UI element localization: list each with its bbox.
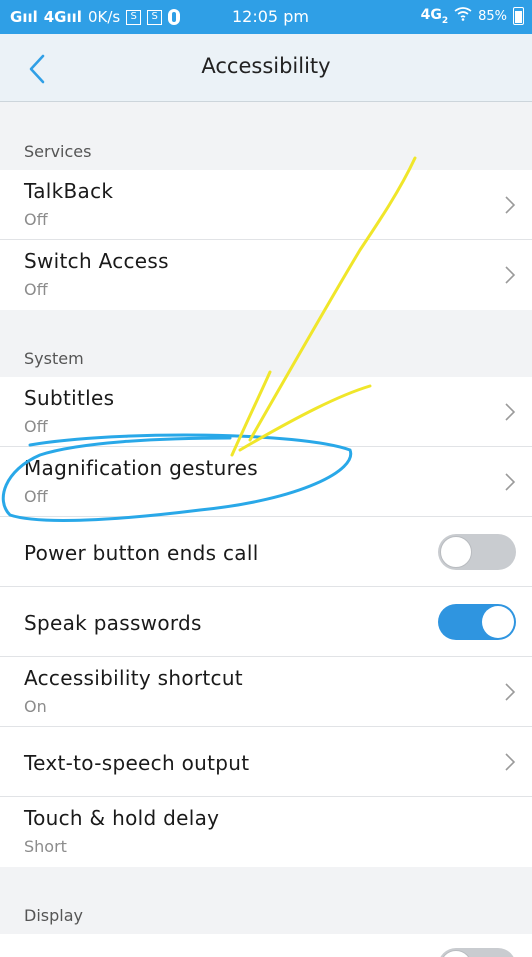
status-time: 12:05 pm	[232, 7, 309, 26]
chevron-right-icon	[505, 683, 516, 701]
services-group: TalkBack Off Switch Access Off	[0, 170, 532, 310]
notification-s-icon: S	[126, 9, 142, 25]
item-label: TalkBack	[24, 179, 114, 203]
item-label: Switch Access	[24, 249, 169, 273]
item-label: Speak passwords	[24, 611, 202, 635]
item-label: Text-to-speech output	[24, 751, 250, 775]
chevron-right-icon	[505, 753, 516, 771]
signal-icon: Gııl	[10, 8, 38, 26]
item-value: Off	[24, 417, 48, 436]
item-value: Short	[24, 837, 67, 856]
chevron-right-icon	[505, 266, 516, 284]
item-value: Off	[24, 210, 48, 229]
toggle-knob	[440, 950, 472, 957]
status-left-icons: Gııl 4Gııl 0K/s S S	[10, 8, 181, 26]
list-item-power-button-ends-call[interactable]: Power button ends call	[0, 517, 532, 587]
list-item-magnification-gestures[interactable]: Magnification gestures Off	[0, 447, 532, 517]
battery-icon	[513, 7, 524, 26]
chevron-right-icon	[505, 196, 516, 214]
battery-percent: 85%	[478, 8, 507, 24]
chevron-right-icon	[505, 403, 516, 421]
toggle-knob	[440, 536, 472, 568]
network-type: 4G2	[420, 7, 449, 26]
list-item-touch-hold-delay[interactable]: Touch & hold delay Short	[0, 797, 532, 867]
notification-s-icon: S	[147, 9, 163, 25]
status-bar: Gııl 4Gııl 0K/s S S 12:05 pm 4G2 85%	[0, 0, 532, 34]
item-label: Power button ends call	[24, 541, 259, 565]
item-value: Off	[24, 487, 48, 506]
list-item-text-to-speech-output[interactable]: Text-to-speech output	[0, 727, 532, 797]
list-item-speak-passwords[interactable]: Speak passwords	[0, 587, 532, 657]
list-item-talkback[interactable]: TalkBack Off	[0, 170, 532, 240]
speak-passwords-toggle[interactable]	[438, 604, 516, 640]
app-notification-icon	[168, 9, 181, 25]
section-header-system: System	[24, 349, 84, 368]
item-value: Off	[24, 280, 48, 299]
wifi-icon	[454, 7, 472, 25]
display-toggle[interactable]	[438, 948, 516, 957]
power-button-toggle[interactable]	[438, 534, 516, 570]
item-label: Touch & hold delay	[24, 806, 220, 830]
section-header-services: Services	[24, 142, 92, 161]
network-speed: 0K/s	[87, 8, 121, 26]
signal-4g-icon: 4Gııl	[43, 8, 82, 26]
list-item-accessibility-shortcut[interactable]: Accessibility shortcut On	[0, 657, 532, 727]
status-right-icons: 4G2 85%	[421, 7, 524, 26]
display-group	[0, 934, 532, 957]
toggle-knob	[482, 606, 514, 638]
item-label: Accessibility shortcut	[24, 666, 243, 690]
page-title: Accessibility	[201, 54, 331, 78]
app-bar: Accessibility	[0, 34, 532, 102]
item-label: Subtitles	[24, 386, 115, 410]
list-item-subtitles[interactable]: Subtitles Off	[0, 377, 532, 447]
item-value: On	[24, 697, 47, 716]
system-group: Subtitles Off Magnification gestures Off…	[0, 377, 532, 867]
list-item-switch-access[interactable]: Switch Access Off	[0, 240, 532, 310]
item-label: Magnification gestures	[24, 456, 259, 480]
section-header-display: Display	[24, 906, 83, 925]
chevron-right-icon	[505, 473, 516, 491]
